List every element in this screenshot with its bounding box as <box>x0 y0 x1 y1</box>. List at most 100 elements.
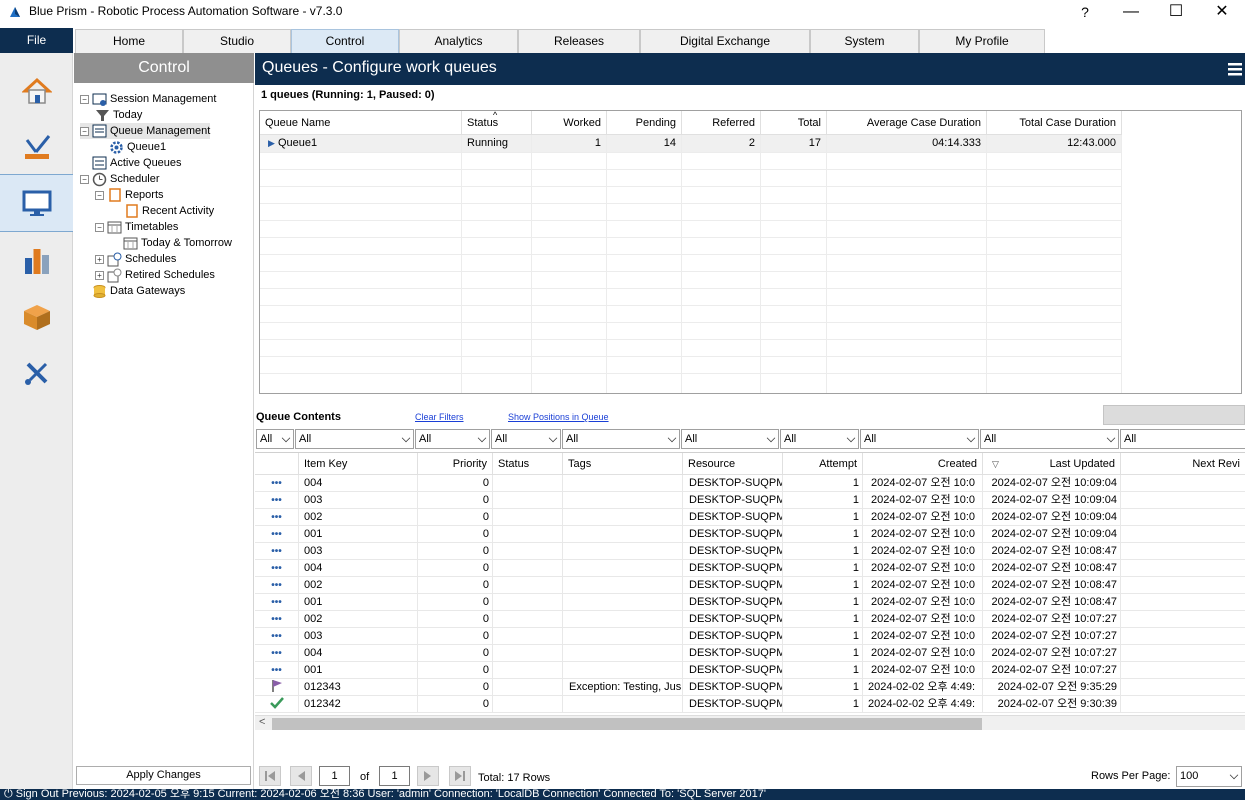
collapse-icon[interactable]: − <box>80 174 89 184</box>
col-status[interactable]: Status ^ <box>462 111 532 135</box>
col-worked[interactable]: Worked <box>532 111 607 135</box>
tab-home[interactable]: Home <box>75 29 183 53</box>
maximize-button[interactable]: ☐ <box>1164 2 1188 22</box>
table-row[interactable]: ••• 002 0 DESKTOP-SUQPM 1 2024-02-07 오전 10:0 2… <box>255 509 1245 526</box>
table-row[interactable]: ••• 003 0 DESKTOP-SUQPM 1 2024-02-07 오전 10:0 2… <box>255 543 1245 560</box>
tree-item-recent-activity[interactable]: Recent Activity <box>124 203 214 219</box>
next-page-button[interactable] <box>417 766 439 786</box>
home-icon[interactable] <box>0 63 73 119</box>
tree-item-today-tomorrow[interactable]: Today & Tomorrow <box>123 235 232 251</box>
clear-filters-link[interactable]: Clear Filters <box>415 412 464 422</box>
tree-item-session-management[interactable]: − Session Management <box>80 91 216 107</box>
tree-item-queue1[interactable]: Queue1 <box>109 139 166 155</box>
tab-my-profile[interactable]: My Profile <box>919 29 1045 53</box>
collapse-icon[interactable]: − <box>80 126 89 136</box>
rows-per-page-select[interactable]: 100 <box>1176 766 1242 787</box>
filter-next-review[interactable]: All <box>1120 429 1245 449</box>
tab-digital-exchange[interactable]: Digital Exchange <box>640 29 810 53</box>
table-row[interactable]: ••• 002 0 DESKTOP-SUQPM 1 2024-02-07 오전 10:0 2… <box>255 577 1245 594</box>
table-row[interactable]: ••• 004 0 DESKTOP-SUQPM 1 2024-02-07 오전 10:0 2… <box>255 645 1245 662</box>
scrollbar-thumb[interactable] <box>272 718 982 730</box>
collapse-icon[interactable]: − <box>95 190 104 200</box>
table-row[interactable]: 012342 0 DESKTOP-SUQPM 1 2024-02-02 오후 4:49:… <box>255 696 1245 713</box>
expand-icon[interactable]: + <box>95 270 104 280</box>
file-menu-button[interactable]: File <box>0 28 73 53</box>
page-number-input[interactable]: 1 <box>319 766 350 786</box>
table-row[interactable]: ▶ Queue1 Running 1 14 2 17 04:14.333 12:… <box>260 135 1122 152</box>
table-row[interactable]: ••• 003 0 DESKTOP-SUQPM 1 2024-02-07 오전 10:0 2… <box>255 492 1245 509</box>
tree-item-timetables[interactable]: − Timetables <box>95 219 178 235</box>
power-icon[interactable]: ⏻ <box>0 789 13 800</box>
show-positions-link[interactable]: Show Positions in Queue <box>508 412 609 422</box>
filter-created[interactable]: All <box>860 429 979 449</box>
tree-label: Active Queues <box>110 157 182 169</box>
previous-page-button[interactable] <box>290 766 312 786</box>
col-tags[interactable]: Tags <box>563 453 683 475</box>
tree-item-today[interactable]: Today <box>95 107 142 123</box>
filter-icon-status[interactable]: All <box>256 429 294 449</box>
col-pending[interactable]: Pending <box>607 111 682 135</box>
help-button[interactable]: ? <box>1073 2 1097 22</box>
col-total[interactable]: Total <box>761 111 827 135</box>
tab-control[interactable]: Control <box>291 29 399 53</box>
filter-status[interactable]: All <box>491 429 561 449</box>
tab-releases[interactable]: Releases <box>518 29 640 53</box>
pager: 1 of 1 Total: 17 Rows Rows Per Page: 100 <box>255 761 1245 789</box>
apply-changes-button[interactable]: Apply Changes <box>76 766 251 785</box>
table-row[interactable]: ••• 003 0 DESKTOP-SUQPM 1 2024-02-07 오전 10:0 2… <box>255 628 1245 645</box>
col-next-review[interactable]: Next Revi <box>1121 453 1245 475</box>
close-button[interactable]: ✕ <box>1210 2 1234 22</box>
table-row[interactable]: ••• 001 0 DESKTOP-SUQPM 1 2024-02-07 오전 10:0 2… <box>255 662 1245 679</box>
filter-attempt[interactable]: All <box>780 429 859 449</box>
table-row[interactable]: 012343 0 Exception: Testing, Jus DESKTOP-SU… <box>255 679 1245 696</box>
filter-search-box[interactable] <box>1103 405 1245 425</box>
col-last-updated[interactable]: ▽ Last Updated <box>983 453 1121 475</box>
col-created[interactable]: Created <box>863 453 983 475</box>
tree-item-queue-management[interactable]: − Queue Management <box>80 123 211 139</box>
tree-item-schedules[interactable]: + Schedules <box>95 251 176 267</box>
filter-tags[interactable]: All <box>562 429 680 449</box>
hamburger-menu-icon[interactable] <box>1228 62 1242 76</box>
horizontal-scrollbar[interactable]: < <box>255 715 1245 730</box>
system-icon[interactable] <box>0 345 73 401</box>
studio-icon[interactable] <box>0 119 73 175</box>
control-icon[interactable] <box>0 174 73 232</box>
collapse-icon[interactable]: − <box>80 94 89 104</box>
filter-priority[interactable]: All <box>415 429 490 449</box>
analytics-icon[interactable] <box>0 233 73 289</box>
last-page-button[interactable] <box>449 766 471 786</box>
tab-system[interactable]: System <box>810 29 919 53</box>
scroll-left-icon[interactable]: < <box>259 716 265 728</box>
tree-label: Today <box>113 109 143 121</box>
minimize-button[interactable]: — <box>1119 2 1143 22</box>
col-item-key[interactable]: Item Key <box>299 453 418 475</box>
col-priority[interactable]: Priority <box>418 453 493 475</box>
col-resource[interactable]: Resource <box>683 453 783 475</box>
col-item-status[interactable]: Status <box>493 453 563 475</box>
collapse-icon[interactable]: − <box>95 222 104 232</box>
col-referred[interactable]: Referred <box>682 111 761 135</box>
filter-item-key[interactable]: All <box>295 429 414 449</box>
col-average-case-duration[interactable]: Average Case Duration <box>827 111 987 135</box>
tree-item-retired-schedules[interactable]: + Retired Schedules <box>95 267 215 283</box>
col-queue-name[interactable]: Queue Name <box>260 111 462 135</box>
filter-last-updated[interactable]: All <box>980 429 1119 449</box>
sort-desc-icon: ▽ <box>992 459 999 469</box>
expand-icon[interactable]: + <box>95 254 104 264</box>
tree-item-scheduler[interactable]: − Scheduler <box>80 171 160 187</box>
table-row[interactable]: ••• 001 0 DESKTOP-SUQPM 1 2024-02-07 오전 10:0 2… <box>255 594 1245 611</box>
tree-item-active-queues[interactable]: Active Queues <box>92 155 182 171</box>
tree-item-data-gateways[interactable]: Data Gateways <box>92 283 185 299</box>
tab-studio[interactable]: Studio <box>183 29 291 53</box>
first-page-button[interactable] <box>259 766 281 786</box>
table-row[interactable]: ••• 004 0 DESKTOP-SUQPM 1 2024-02-07 오전 10:0 2… <box>255 475 1245 492</box>
col-total-case-duration[interactable]: Total Case Duration <box>987 111 1122 135</box>
col-attempt[interactable]: Attempt <box>783 453 863 475</box>
table-row[interactable]: ••• 002 0 DESKTOP-SUQPM 1 2024-02-07 오전 10:0 2… <box>255 611 1245 628</box>
table-row[interactable]: ••• 004 0 DESKTOP-SUQPM 1 2024-02-07 오전 10:0 2… <box>255 560 1245 577</box>
tree-item-reports[interactable]: − Reports <box>95 187 164 203</box>
releases-icon[interactable] <box>0 289 73 345</box>
table-row[interactable]: ••• 001 0 DESKTOP-SUQPM 1 2024-02-07 오전 10:0 2… <box>255 526 1245 543</box>
filter-resource[interactable]: All <box>681 429 779 449</box>
tab-analytics[interactable]: Analytics <box>399 29 518 53</box>
